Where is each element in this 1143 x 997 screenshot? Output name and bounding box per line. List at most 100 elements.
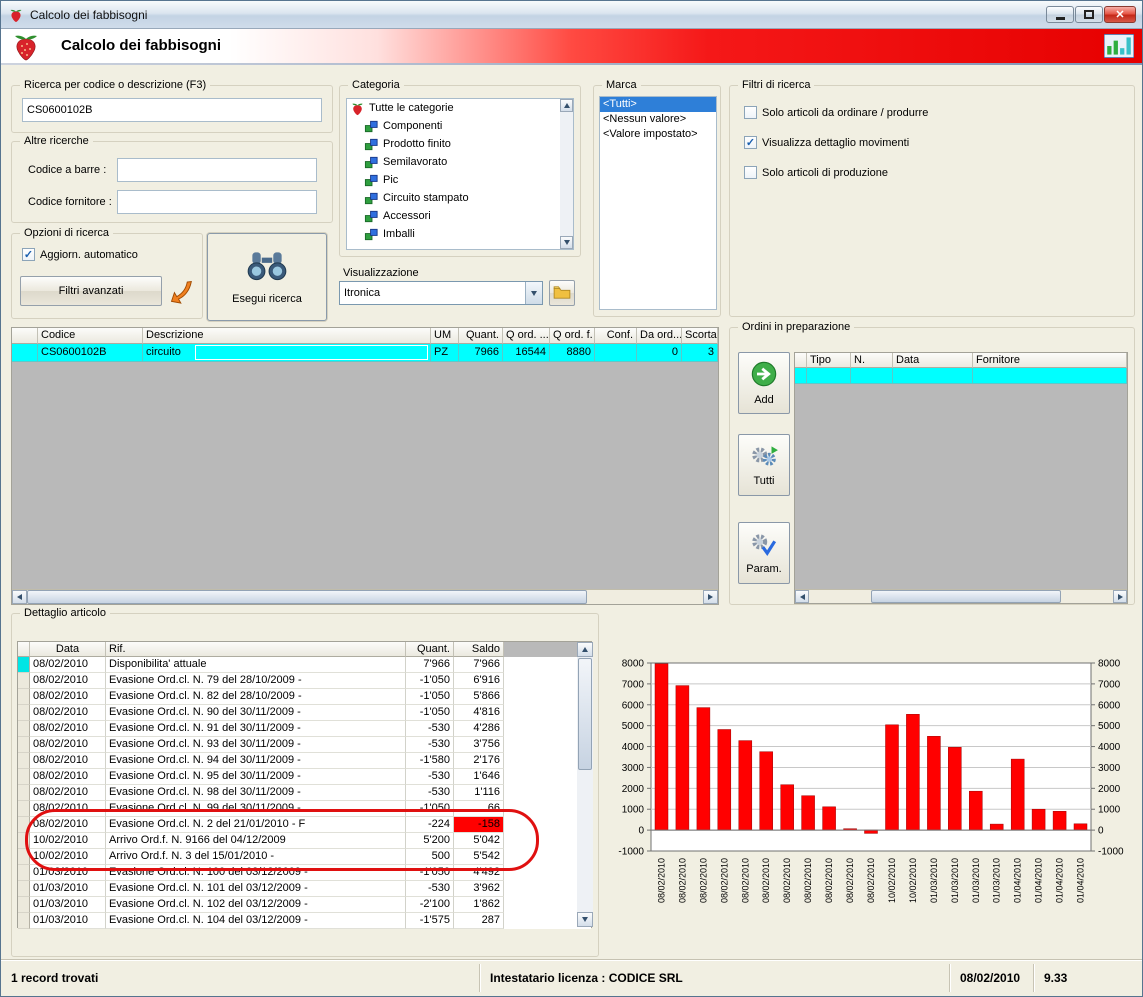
maximize-button[interactable]	[1075, 6, 1103, 23]
detail-row[interactable]: 01/03/2010 Evasione Ord.cl. N. 101 del 0…	[18, 881, 591, 897]
row-selector[interactable]	[18, 833, 30, 849]
orders-empty-row[interactable]	[795, 368, 1127, 384]
scroll-up-icon[interactable]	[577, 642, 593, 657]
row-selector[interactable]	[18, 721, 30, 737]
header-um[interactable]: UM	[431, 328, 459, 344]
detail-row[interactable]: 08/02/2010 Evasione Ord.cl. N. 95 del 30…	[18, 769, 591, 785]
category-item[interactable]: Circuito stampato	[347, 189, 573, 207]
orders-header-tipo[interactable]: Tipo	[807, 353, 851, 368]
category-item[interactable]: Prodotto finito	[347, 135, 573, 153]
category-item[interactable]: Tutte le categorie	[347, 99, 573, 117]
header-da-ord[interactable]: Da ord...	[637, 328, 682, 344]
scroll-left-icon[interactable]	[12, 590, 27, 604]
detail-row[interactable]: 10/02/2010 Arrivo Ord.f. N. 9166 del 04/…	[18, 833, 591, 849]
detail-row[interactable]: 08/02/2010 Evasione Ord.cl. N. 93 del 30…	[18, 737, 591, 753]
execute-search-button[interactable]: Esegui ricerca	[207, 233, 327, 321]
scroll-down-icon[interactable]	[560, 236, 573, 249]
header-q-ord-f[interactable]: Q ord. f.	[550, 328, 595, 344]
filter-checkbox[interactable]	[744, 106, 757, 119]
category-item[interactable]: Componenti	[347, 117, 573, 135]
scroll-down-icon[interactable]	[577, 912, 593, 927]
detail-row[interactable]: 10/02/2010 Arrivo Ord.f. N. 3 del 15/01/…	[18, 849, 591, 865]
row-selector[interactable]	[18, 673, 30, 689]
row-selector[interactable]	[18, 657, 30, 673]
close-button[interactable]: ✕	[1104, 6, 1136, 23]
table-row[interactable]: CS0600102B circuito PZ 7966 16544 8880 0…	[12, 344, 718, 362]
category-item[interactable]: Imballi	[347, 225, 573, 243]
category-item[interactable]: Pic	[347, 171, 573, 189]
scroll-right-icon[interactable]	[703, 590, 718, 604]
header-codice[interactable]: Codice	[38, 328, 143, 344]
scrollbar-thumb[interactable]	[27, 590, 587, 604]
row-selector[interactable]	[18, 801, 30, 817]
scroll-left-icon[interactable]	[795, 590, 809, 603]
detail-row[interactable]: 08/02/2010 Evasione Ord.cl. N. 98 del 30…	[18, 785, 591, 801]
header-quant[interactable]: Quant.	[459, 328, 503, 344]
row-selector[interactable]	[18, 817, 30, 833]
category-item[interactable]: Semilavorato	[347, 153, 573, 171]
inline-editor[interactable]	[195, 345, 428, 360]
search-input[interactable]	[22, 98, 322, 122]
header-descrizione[interactable]: Descrizione	[143, 328, 431, 344]
detail-row[interactable]: 01/03/2010 Evasione Ord.cl. N. 102 del 0…	[18, 897, 591, 913]
detail-header-data[interactable]: Data	[30, 642, 106, 657]
filter-checkbox[interactable]	[744, 136, 757, 149]
results-hscrollbar[interactable]	[12, 589, 718, 604]
scroll-right-icon[interactable]	[1113, 590, 1127, 603]
marca-item[interactable]: <Nessun valore>	[600, 112, 716, 127]
header-scorta[interactable]: Scorta	[682, 328, 718, 344]
row-selector[interactable]	[18, 849, 30, 865]
orders-header-data[interactable]: Data	[893, 353, 973, 368]
all-orders-button[interactable]: Tutti	[738, 434, 790, 496]
orders-hscrollbar[interactable]	[795, 589, 1127, 603]
minimize-button[interactable]	[1046, 6, 1074, 23]
order-params-button[interactable]: Param.	[738, 522, 790, 584]
detail-vscrollbar[interactable]	[577, 642, 593, 927]
detail-header-quant[interactable]: Quant.	[406, 642, 454, 657]
filter-checkbox[interactable]	[744, 166, 757, 179]
category-item[interactable]: Accessori	[347, 207, 573, 225]
row-selector[interactable]	[18, 769, 30, 785]
detail-row[interactable]: 08/02/2010 Disponibilita' attuale 7'966 …	[18, 657, 591, 673]
orders-header-n[interactable]: N.	[851, 353, 893, 368]
chevron-down-icon[interactable]	[525, 282, 542, 304]
row-selector[interactable]	[18, 737, 30, 753]
detail-row[interactable]: 08/02/2010 Evasione Ord.cl. N. 94 del 30…	[18, 753, 591, 769]
row-selector[interactable]	[18, 785, 30, 801]
barcode-input[interactable]	[117, 158, 317, 182]
detail-row[interactable]: 08/02/2010 Evasione Ord.cl. N. 90 del 30…	[18, 705, 591, 721]
advanced-filters-button[interactable]: Filtri avanzati	[20, 276, 162, 306]
detail-row[interactable]: 01/03/2010 Evasione Ord.cl. N. 104 del 0…	[18, 913, 591, 929]
open-visualization-button[interactable]	[549, 280, 575, 306]
orders-header-fornitore[interactable]: Fornitore	[973, 353, 1127, 368]
detail-row[interactable]: 08/02/2010 Evasione Ord.cl. N. 82 del 28…	[18, 689, 591, 705]
header-q-ord[interactable]: Q ord. ...	[503, 328, 550, 344]
category-list[interactable]: Tutte le categorie Componenti Prodotto f…	[346, 98, 574, 250]
category-scrollbar[interactable]	[560, 99, 573, 249]
row-selector[interactable]	[18, 881, 30, 897]
auto-update-checkbox[interactable]	[22, 248, 35, 261]
row-selector[interactable]	[18, 689, 30, 705]
supplier-code-input[interactable]	[117, 190, 317, 214]
row-selector[interactable]	[18, 705, 30, 721]
add-order-button[interactable]: Add	[738, 352, 790, 414]
visualization-dropdown[interactable]: Itronica	[339, 281, 543, 305]
row-selector[interactable]	[18, 897, 30, 913]
detail-row[interactable]: 08/02/2010 Evasione Ord.cl. N. 79 del 28…	[18, 673, 591, 689]
row-selector[interactable]	[18, 753, 30, 769]
marca-item[interactable]: <Tutti>	[600, 97, 716, 112]
scroll-up-icon[interactable]	[560, 99, 573, 112]
scrollbar-thumb[interactable]	[578, 658, 592, 770]
marca-item[interactable]: <Valore impostato>	[600, 127, 716, 142]
detail-row[interactable]: 08/02/2010 Evasione Ord.cl. N. 99 del 30…	[18, 801, 591, 817]
row-selector[interactable]	[18, 913, 30, 929]
row-selector[interactable]	[18, 865, 30, 881]
detail-row[interactable]: 08/02/2010 Evasione Ord.cl. N. 91 del 30…	[18, 721, 591, 737]
scrollbar-thumb[interactable]	[871, 590, 1061, 603]
marca-list[interactable]: <Tutti> <Nessun valore> <Valore impostat…	[599, 96, 717, 310]
detail-header-rif[interactable]: Rif.	[106, 642, 406, 657]
detail-row[interactable]: 08/02/2010 Evasione Ord.cl. N. 2 del 21/…	[18, 817, 591, 833]
detail-header-saldo[interactable]: Saldo	[454, 642, 504, 657]
detail-row[interactable]: 01/03/2010 Evasione Ord.cl. N. 100 del 0…	[18, 865, 591, 881]
header-conf[interactable]: Conf.	[595, 328, 637, 344]
